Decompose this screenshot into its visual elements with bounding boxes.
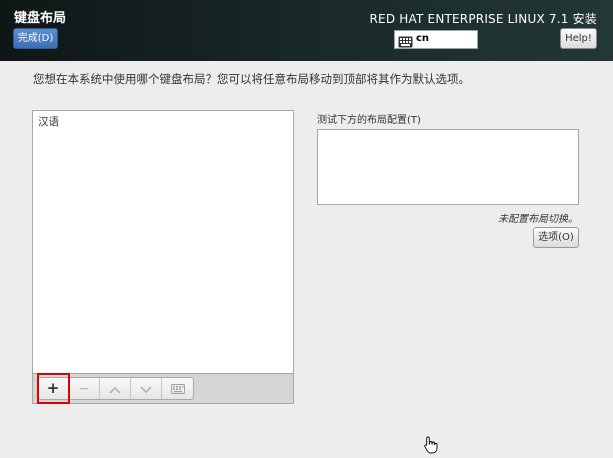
layout-switch-status: 未配置布局切换。: [498, 214, 578, 225]
keyboard-indicator-text: cn: [416, 33, 430, 44]
chevron-up-icon: [109, 379, 121, 398]
keyboard-icon: [398, 33, 413, 52]
list-item-layout[interactable]: 汉语: [38, 114, 59, 129]
move-up-button[interactable]: [100, 378, 131, 399]
layout-toolbar: + −: [32, 373, 294, 404]
help-button[interactable]: Help!: [560, 28, 597, 49]
keyboard-preview-icon: [170, 379, 185, 398]
product-title: RED HAT ENTERPRISE LINUX 7.1 安装: [369, 12, 597, 26]
page-title: 键盘布局: [14, 11, 67, 26]
keyboard-layout-indicator[interactable]: cn: [394, 30, 478, 49]
hand-cursor-icon: [424, 436, 438, 458]
remove-icon: −: [78, 380, 90, 397]
move-down-button[interactable]: [131, 378, 162, 399]
done-button[interactable]: 完成(D): [13, 28, 58, 49]
test-layout-label: 测试下方的布局配置(T): [317, 115, 421, 126]
layout-list[interactable]: 汉语: [32, 110, 294, 373]
test-layout-input[interactable]: [317, 129, 579, 205]
header-bar: 键盘布局 完成(D) RED HAT ENTERPRISE LINUX 7.1 …: [0, 0, 613, 61]
instructions-text: 您想在本系统中使用哪个键盘布局？您可以将任意布局移动到顶部将其作为默认选项。: [33, 72, 470, 86]
chevron-down-icon: [140, 379, 152, 398]
options-button[interactable]: 选项(O): [533, 227, 579, 248]
preview-layout-button[interactable]: [162, 378, 193, 399]
remove-layout-button[interactable]: −: [69, 378, 100, 399]
add-button-highlight: [37, 373, 70, 404]
